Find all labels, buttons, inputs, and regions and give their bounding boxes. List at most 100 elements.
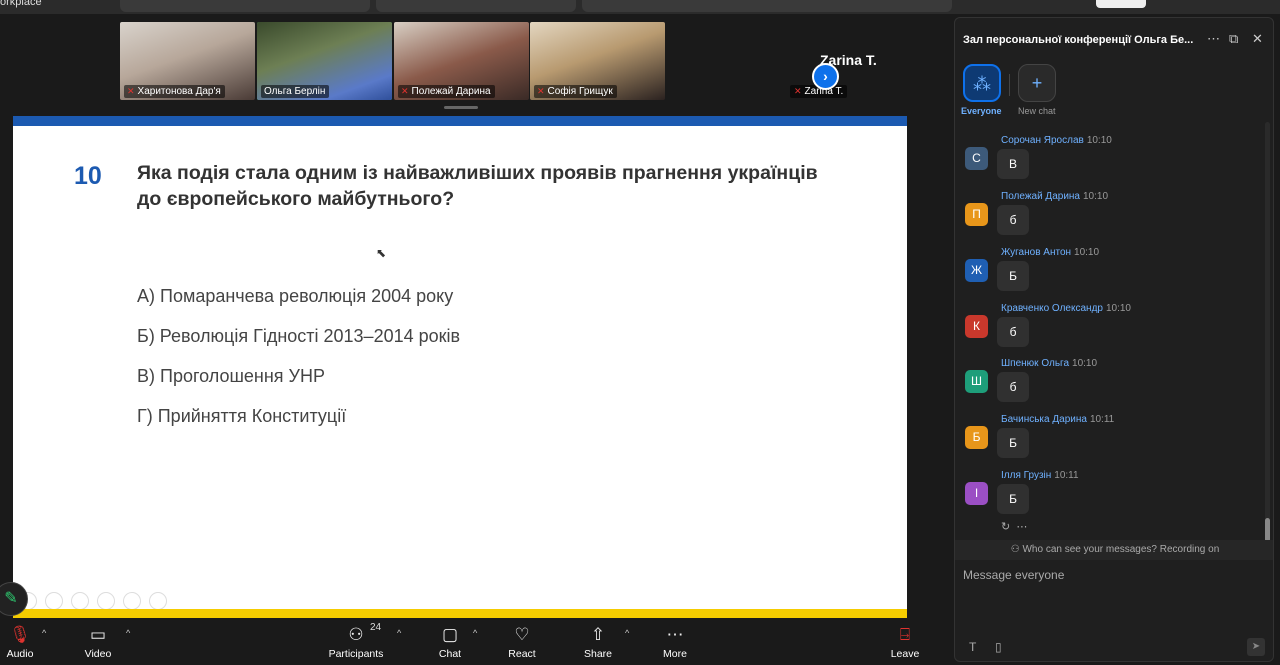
chat-message: С Сорочан Ярослав 10:10 В xyxy=(965,135,1255,191)
message-list: С Сорочан Ярослав 10:10 В П Полежай Дарин… xyxy=(955,120,1265,540)
avatar: І xyxy=(965,482,988,505)
mic-off-icon: ✕ xyxy=(794,86,802,96)
message-bubble[interactable]: б xyxy=(997,372,1029,402)
text-format-icon[interactable]: T xyxy=(969,640,976,654)
main-stage: ✕ Харитонова Дар'я Ольга Берлін ✕ Полежай … xyxy=(0,14,946,618)
message-actions: ↻ ⋯ xyxy=(1001,520,1027,533)
window-title: orkplace xyxy=(0,0,42,8)
chevron-up-icon[interactable]: ^ xyxy=(42,628,46,638)
mic-off-icon: ✕ xyxy=(537,86,545,96)
top-tab[interactable] xyxy=(376,0,576,12)
slide-top-bar xyxy=(13,116,907,126)
message-bubble[interactable]: В xyxy=(997,149,1029,179)
participant-tile[interactable]: ✕ Полежай Дарина xyxy=(394,22,529,100)
file-icon[interactable]: ▯ xyxy=(995,640,1002,654)
chevron-up-icon[interactable]: ^ xyxy=(397,628,401,638)
chat-message: К Кравченко Олександр 10:10 б xyxy=(965,303,1255,359)
avatar: Б xyxy=(965,426,988,449)
participant-name: Ольга Берлін xyxy=(261,85,330,98)
participant-tile[interactable]: ✕ Софія Грищук xyxy=(530,22,665,100)
message-bubble[interactable]: Б xyxy=(997,428,1029,458)
annotation-tools xyxy=(19,592,167,610)
video-button[interactable]: ▭ Video xyxy=(84,624,112,660)
bottom-toolbar: 🎙 Audio ^ ▭ Video ^ ⚇ Participants 24 ^ … xyxy=(0,618,946,665)
chat-scrollbar[interactable] xyxy=(1265,122,1270,542)
message-bubble[interactable]: Б xyxy=(997,484,1029,514)
reply-icon[interactable]: ↻ xyxy=(1001,521,1010,533)
question-number: 10 xyxy=(74,162,102,190)
message-bubble[interactable]: б xyxy=(997,205,1029,235)
message-sender: Жуганов Антон 10:10 xyxy=(1001,247,1100,258)
message-sender: Полежай Дарина 10:10 xyxy=(1001,191,1109,202)
top-tab[interactable] xyxy=(120,0,370,12)
audio-label: Audio xyxy=(6,648,34,660)
chat-button[interactable]: ▢ Chat xyxy=(437,624,463,660)
chevron-up-icon[interactable]: ^ xyxy=(126,628,130,638)
annotation-tool[interactable] xyxy=(97,592,115,610)
scrollbar-thumb[interactable] xyxy=(1265,518,1270,542)
top-bar: orkplace xyxy=(0,0,1280,14)
answer-option: В) Проголошення УНР xyxy=(137,366,325,386)
answer-option: Г) Прийняття Конституції xyxy=(137,406,347,426)
participant-tile[interactable]: Ольга Берлін xyxy=(257,22,392,100)
pop-out-icon[interactable]: ⧉ xyxy=(1229,31,1238,47)
close-icon[interactable]: ✕ xyxy=(1252,31,1263,47)
avatar: Ж xyxy=(965,259,988,282)
audio-button[interactable]: 🎙 Audio xyxy=(6,624,34,660)
message-sender: Шпенюк Ольга 10:10 xyxy=(1001,358,1098,369)
tab-new-chat[interactable]: + xyxy=(1018,64,1056,102)
annotation-tool[interactable] xyxy=(71,592,89,610)
annotation-tool[interactable] xyxy=(149,592,167,610)
annotation-tool[interactable] xyxy=(45,592,63,610)
top-pill-button[interactable] xyxy=(1096,0,1146,8)
chat-message: П Полежай Дарина 10:10 б xyxy=(965,191,1255,247)
avatar: Ш xyxy=(965,370,988,393)
tab-everyone-label: Everyone xyxy=(961,106,1002,116)
message-sender: Сорочан Ярослав 10:10 xyxy=(1001,135,1112,146)
message-bubble[interactable]: Б xyxy=(997,261,1029,291)
visibility-notice[interactable]: ⚇ Who can see your messages? Recording o… xyxy=(955,540,1273,560)
chevron-up-icon[interactable]: ^ xyxy=(473,628,477,638)
chat-message: Ж Жуганов Антон 10:10 Б xyxy=(965,247,1255,303)
chat-panel: Зал персональної конференції Ольга Бе...… xyxy=(954,17,1274,662)
chevron-up-icon[interactable]: ^ xyxy=(625,628,629,638)
question-text: Яка подія стала одним із найважливіших п… xyxy=(137,162,818,210)
mic-off-icon: ✕ xyxy=(127,86,135,96)
message-bubble[interactable]: б xyxy=(997,317,1029,347)
chat-header: Зал персональної конференції Ольга Бе...… xyxy=(955,18,1273,58)
heart-icon: ♡ xyxy=(514,625,530,644)
mouse-cursor-icon: ⬉ xyxy=(376,246,387,260)
participants-label: Participants xyxy=(328,648,384,660)
top-tab[interactable] xyxy=(582,0,952,12)
chat-message: І Ілля Грузін 10:11 Б xyxy=(965,470,1255,526)
message-sender: Ілля Грузін 10:11 xyxy=(1001,470,1079,481)
more-options-icon[interactable]: ⋯ xyxy=(1207,31,1220,47)
participant-tile[interactable]: ✕ Харитонова Дар'я xyxy=(120,22,255,100)
more-button[interactable]: ⋯ More xyxy=(660,624,690,660)
share-label: Share xyxy=(583,648,613,660)
people-icon: ⁂ xyxy=(973,74,991,94)
participant-name: ✕ Харитонова Дар'я xyxy=(124,85,225,98)
send-icon[interactable]: ➤ xyxy=(1247,638,1265,656)
chat-input-area: T ▯ ➤ xyxy=(955,560,1273,661)
avatar: С xyxy=(965,147,988,170)
share-button[interactable]: ⇧ Share xyxy=(583,624,613,660)
participant-tile-no-video[interactable]: Zarina T. ✕ Zarina T. xyxy=(790,22,925,100)
drag-handle[interactable] xyxy=(444,106,478,109)
tab-new-chat-label: New chat xyxy=(1018,106,1056,116)
annotation-tool[interactable] xyxy=(123,592,141,610)
more-dots-icon: ⋯ xyxy=(666,625,684,644)
leave-button[interactable]: ⍈ Leave xyxy=(889,624,921,660)
chat-label: Chat xyxy=(438,648,462,660)
message-input[interactable] xyxy=(963,568,1263,582)
react-button[interactable]: ♡ React xyxy=(507,624,537,660)
tab-divider xyxy=(1009,74,1010,96)
shared-slide: 10 Яка подія стала одним із найважливіши… xyxy=(13,116,907,618)
participant-name: ✕ Софія Грищук xyxy=(534,85,617,98)
participant-name: ✕ Полежай Дарина xyxy=(398,85,495,98)
tab-everyone[interactable]: ⁂ xyxy=(963,64,1001,102)
next-participants-button[interactable]: › xyxy=(812,63,839,90)
meeting-window: orkplace ✕ Харитонова Дар'я Ольга Берлін … xyxy=(0,0,1280,665)
more-options-icon[interactable]: ⋯ xyxy=(1016,521,1027,533)
video-camera-icon: ▭ xyxy=(89,625,107,644)
